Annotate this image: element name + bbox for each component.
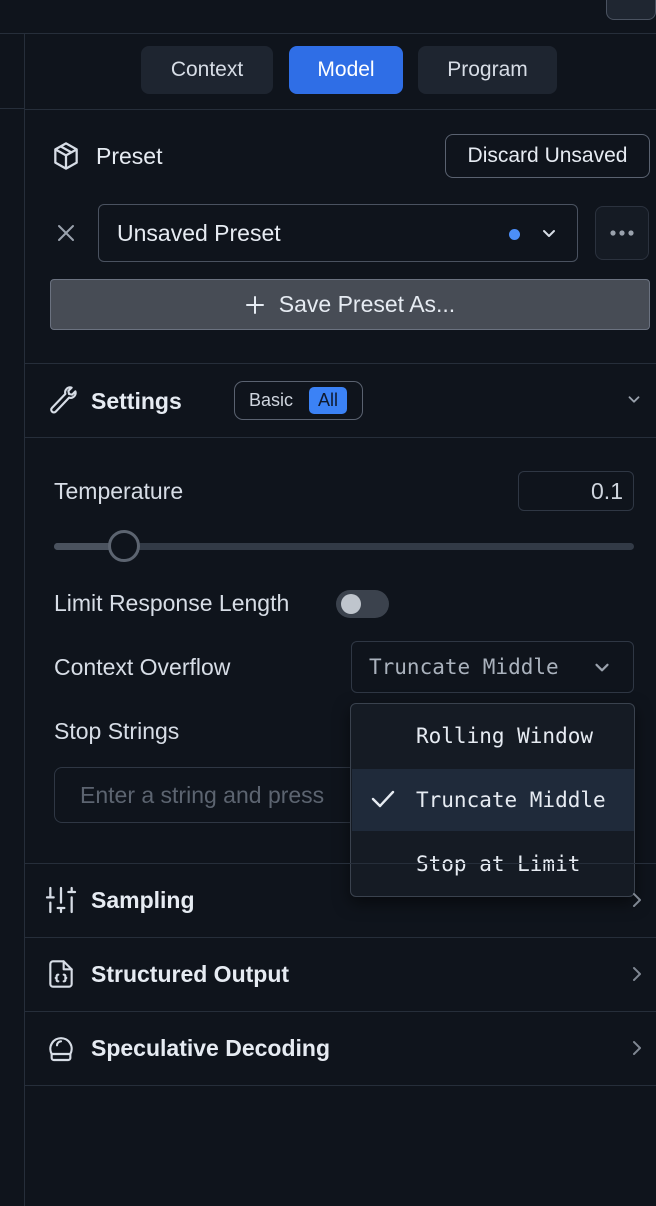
discard-unsaved-button[interactable]: Discard Unsaved	[445, 134, 650, 178]
section-speculative-decoding[interactable]: Speculative Decoding	[25, 1012, 656, 1085]
model-settings-panel: Context Model Program Preset Discard Uns…	[25, 34, 656, 1206]
stop-strings-input[interactable]: Enter a string and press	[54, 767, 354, 823]
chevron-down-icon[interactable]	[625, 390, 643, 408]
limit-response-toggle[interactable]	[336, 590, 389, 618]
settings-header[interactable]: Settings	[47, 386, 182, 416]
temperature-input[interactable]: 0.1	[518, 471, 634, 511]
tab-model[interactable]: Model	[289, 46, 403, 94]
sampling-header: Sampling	[45, 884, 195, 916]
structured-output-header: Structured Output	[45, 958, 289, 990]
temperature-slider[interactable]	[54, 543, 634, 550]
preset-select-value: Unsaved Preset	[117, 219, 281, 246]
option-rolling-window[interactable]: Rolling Window	[352, 705, 634, 767]
slider-thumb[interactable]	[108, 530, 140, 562]
code-file-icon	[45, 958, 77, 990]
chevron-right-icon	[630, 890, 644, 910]
sampling-title: Sampling	[91, 886, 195, 913]
context-overflow-value: Truncate Middle	[369, 655, 559, 679]
cube-icon	[50, 140, 82, 172]
temperature-label: Temperature	[54, 478, 184, 504]
structured-output-title: Structured Output	[91, 960, 290, 987]
window-button[interactable]	[606, 0, 656, 20]
context-overflow-select[interactable]: Truncate Middle	[351, 641, 634, 693]
stop-strings-label: Stop Strings	[54, 718, 180, 744]
preset-more-button[interactable]	[595, 206, 649, 260]
sliders-icon	[45, 884, 77, 916]
more-icon	[609, 229, 635, 237]
limit-response-label: Limit Response Length	[54, 590, 290, 616]
settings-title: Settings	[91, 387, 182, 414]
preset-title: Preset	[96, 142, 163, 169]
preset-header: Preset	[50, 140, 162, 172]
mode-basic-option[interactable]: Basic	[239, 390, 305, 411]
tab-context[interactable]: Context	[141, 46, 273, 94]
close-icon[interactable]	[55, 222, 77, 244]
chevron-right-icon	[630, 964, 644, 984]
chevron-down-icon	[539, 223, 559, 243]
tab-bar: Context Model Program	[25, 46, 656, 96]
tab-program[interactable]: Program	[418, 46, 557, 94]
settings-mode-toggle[interactable]: Basic All	[234, 381, 363, 420]
wrench-icon	[47, 386, 77, 416]
left-pane-edge	[0, 34, 25, 1206]
slider-fill	[54, 543, 112, 550]
speculative-decoding-header: Speculative Decoding	[45, 1032, 330, 1064]
mode-all-option[interactable]: All	[309, 387, 348, 414]
section-sampling[interactable]: Sampling	[25, 864, 656, 937]
option-truncate-middle[interactable]: Truncate Middle	[352, 769, 634, 831]
toggle-knob	[341, 594, 361, 614]
save-preset-as-label: Save Preset As...	[278, 291, 456, 317]
chevron-down-icon	[591, 656, 613, 678]
section-structured-output[interactable]: Structured Output	[25, 938, 656, 1011]
unsaved-indicator	[509, 229, 520, 240]
chevron-right-icon	[630, 1038, 644, 1058]
speculative-decoding-title: Speculative Decoding	[91, 1034, 331, 1061]
preset-select[interactable]: Unsaved Preset	[98, 204, 578, 262]
check-icon	[370, 788, 396, 810]
plus-icon	[245, 295, 265, 315]
context-overflow-label: Context Overflow	[54, 654, 231, 680]
option-truncate-middle-label: Truncate Middle	[416, 788, 606, 812]
top-bar	[0, 0, 656, 34]
save-preset-as-button[interactable]: Save Preset As...	[50, 279, 650, 330]
head-icon	[45, 1032, 77, 1064]
